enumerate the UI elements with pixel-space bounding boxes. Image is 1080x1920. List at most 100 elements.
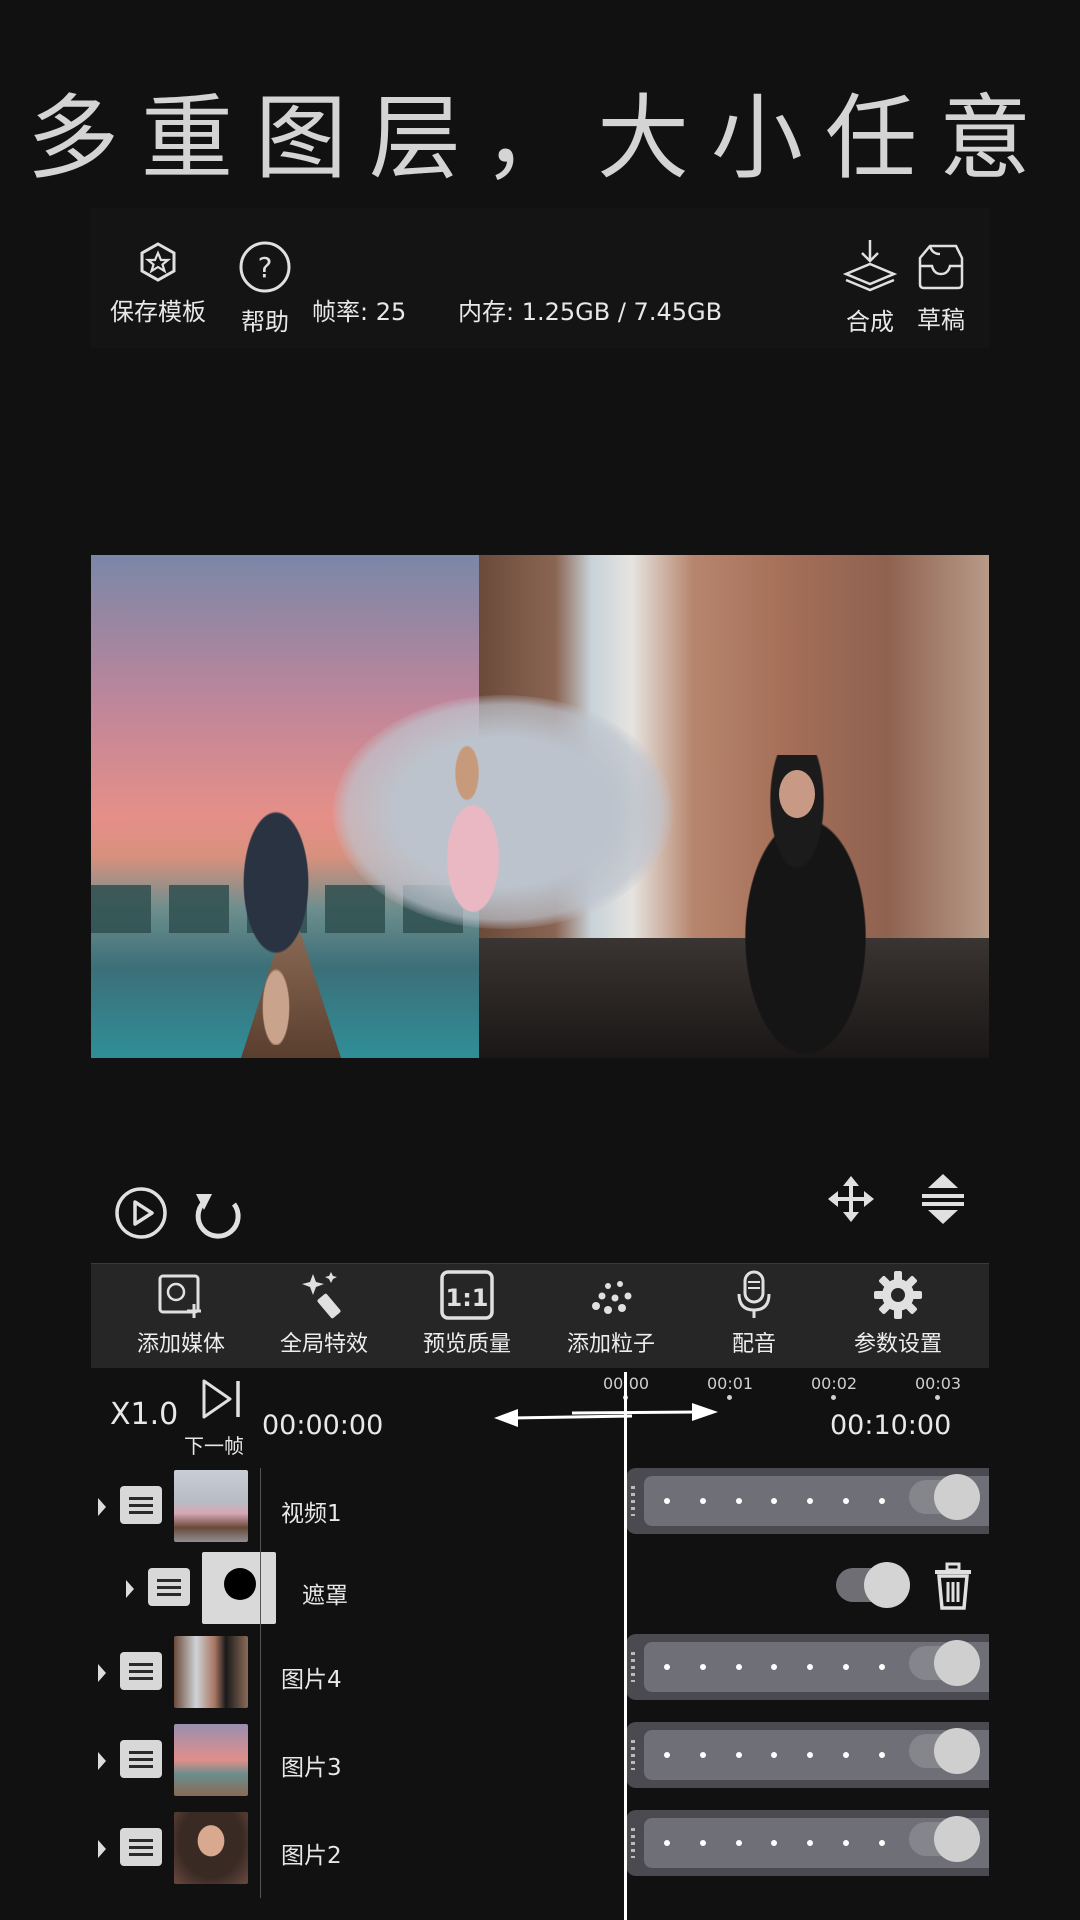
- layer-divider: [260, 1722, 261, 1810]
- compose-label: 合成: [846, 308, 894, 336]
- voiceover-label: 配音: [731, 1332, 776, 1357]
- layer-thumbnail: [174, 1636, 248, 1708]
- layer-menu-icon[interactable]: [120, 1652, 162, 1690]
- layer-row-image3[interactable]: 图片3: [91, 1722, 989, 1810]
- layer-row-image2[interactable]: 图片2: [91, 1810, 989, 1898]
- track-dot: [771, 1752, 777, 1758]
- layer-menu-icon[interactable]: [120, 1740, 162, 1778]
- playback-speed[interactable]: X1.0: [110, 1397, 178, 1432]
- track-dot: [664, 1664, 670, 1670]
- move-button[interactable]: [826, 1174, 876, 1228]
- woman-face: [779, 770, 815, 818]
- layer-track-clip[interactable]: [626, 1810, 989, 1876]
- timeline-scroll-arrows-icon[interactable]: [492, 1400, 720, 1436]
- track-dot: [664, 1498, 670, 1504]
- current-timecode: 00:00:00: [262, 1410, 384, 1441]
- play-button[interactable]: [114, 1186, 168, 1244]
- drafts-button[interactable]: 草稿: [916, 240, 966, 335]
- track-dot: [807, 1752, 813, 1758]
- layer-menu-icon[interactable]: [120, 1828, 162, 1866]
- expand-arrow-icon[interactable]: [98, 1664, 106, 1682]
- video-preview-canvas[interactable]: [91, 555, 989, 1058]
- drafts-inbox-icon: [918, 244, 964, 290]
- layer-thumbnail: [174, 1724, 248, 1796]
- mask-toggle[interactable]: [836, 1562, 910, 1608]
- timeline-tick: 00:01: [707, 1374, 754, 1393]
- settings-button[interactable]: 参数设置: [828, 1270, 968, 1358]
- help-button[interactable]: ? 帮助: [238, 240, 292, 337]
- global-effects-button[interactable]: 全局特效: [254, 1270, 394, 1358]
- timeline-tick: 00:02: [811, 1374, 858, 1393]
- track-dot: [736, 1498, 742, 1504]
- svg-text:1:1: 1:1: [446, 1284, 489, 1312]
- compose-button[interactable]: 合成: [842, 238, 898, 337]
- next-frame-icon: [202, 1379, 240, 1419]
- track-drag-handle[interactable]: [631, 1740, 635, 1770]
- track-drag-handle[interactable]: [631, 1486, 635, 1516]
- trash-icon[interactable]: [933, 1562, 973, 1610]
- next-frame-button[interactable]: [200, 1378, 246, 1424]
- track-toggle-knob[interactable]: [934, 1728, 980, 1774]
- global-effects-icon: [302, 1272, 341, 1319]
- layer-row-image4[interactable]: 图片4: [91, 1634, 989, 1722]
- preview-quality-icon: 1:1: [440, 1270, 494, 1320]
- add-particles-button[interactable]: 添加粒子: [541, 1270, 681, 1358]
- track-drag-handle[interactable]: [631, 1828, 635, 1858]
- track-dot: [771, 1498, 777, 1504]
- help-label: 帮助: [241, 308, 289, 336]
- layer-track-clip[interactable]: [626, 1634, 989, 1700]
- layer-divider: [260, 1810, 261, 1898]
- track-dot: [771, 1840, 777, 1846]
- total-timecode: 00:10:00: [830, 1410, 952, 1441]
- layer-row-video1[interactable]: 视频1: [91, 1468, 989, 1556]
- save-template-button[interactable]: 保存模板: [110, 240, 206, 327]
- girl-figure: [413, 735, 533, 925]
- mask-thumbnail: [202, 1552, 276, 1624]
- layer-row-mask[interactable]: 遮罩: [91, 1550, 989, 1638]
- replay-button[interactable]: [190, 1184, 248, 1246]
- track-dot: [843, 1752, 849, 1758]
- track-toggle-knob[interactable]: [934, 1640, 980, 1686]
- layer-menu-icon[interactable]: [148, 1568, 190, 1606]
- layer-name: 图片3: [281, 1755, 342, 1781]
- track-dot: [736, 1664, 742, 1670]
- expand-arrow-icon[interactable]: [126, 1580, 134, 1598]
- layer-menu-icon[interactable]: [120, 1486, 162, 1524]
- expand-arrow-icon[interactable]: [98, 1840, 106, 1858]
- mask-shape: [224, 1568, 256, 1600]
- layer-track-clip[interactable]: [626, 1468, 989, 1534]
- track-dot: [807, 1840, 813, 1846]
- preview-quality-button[interactable]: 1:1 预览质量: [397, 1270, 537, 1358]
- export-layers-icon: [842, 240, 898, 292]
- playhead-line[interactable]: [624, 1372, 627, 1920]
- track-toggle-knob[interactable]: [934, 1816, 980, 1862]
- track-toggle-knob[interactable]: [934, 1474, 980, 1520]
- next-frame-label: 下一帧: [184, 1434, 244, 1458]
- help-icon: ?: [239, 241, 291, 293]
- dancer-figure: [201, 795, 351, 1045]
- track-dot: [700, 1752, 706, 1758]
- tick-dot: [727, 1395, 732, 1400]
- track-dot: [736, 1752, 742, 1758]
- track-dot: [736, 1840, 742, 1846]
- svg-text:?: ?: [258, 251, 273, 284]
- collapse-expand-icon: [922, 1174, 964, 1224]
- expand-arrow-icon[interactable]: [98, 1498, 106, 1516]
- voiceover-button[interactable]: 配音: [684, 1270, 824, 1358]
- global-effects-label: 全局特效: [279, 1332, 368, 1357]
- add-particles-icon: [592, 1281, 632, 1314]
- settings-label: 参数设置: [853, 1332, 942, 1357]
- track-dot: [700, 1664, 706, 1670]
- track-dot: [843, 1498, 849, 1504]
- expand-arrow-icon[interactable]: [98, 1752, 106, 1770]
- layer-track-clip[interactable]: [626, 1722, 989, 1788]
- add-media-icon: [158, 1274, 201, 1318]
- track-dot: [807, 1664, 813, 1670]
- layer-name: 图片2: [281, 1843, 342, 1869]
- drafts-label: 草稿: [917, 306, 965, 334]
- masked-video-layer[interactable]: [333, 695, 673, 929]
- track-drag-handle[interactable]: [631, 1652, 635, 1682]
- tick-dot: [935, 1395, 940, 1400]
- add-media-button[interactable]: 添加媒体: [111, 1270, 251, 1358]
- collapse-expand-button[interactable]: [918, 1172, 968, 1230]
